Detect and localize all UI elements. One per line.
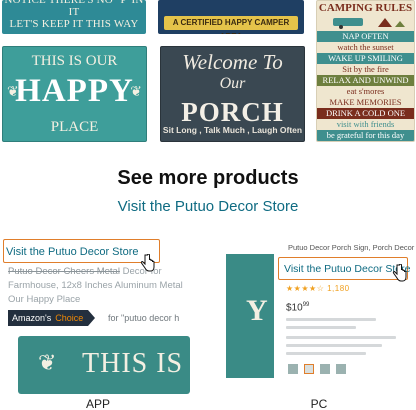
app-screenshot-panel: Visit the Putuo Decor Store Putuo Decor … xyxy=(0,236,196,394)
camping-rule: NAP OFTEN xyxy=(317,31,414,42)
camper-banner-text: A CERTIFIED HAPPY CAMPER AREA xyxy=(164,16,298,34)
right-ornament-icon: ❦ xyxy=(130,83,142,99)
style-swatch[interactable] xyxy=(304,364,314,374)
app-product-title: Putuo Decor Cheers Metal Decor for Farmh… xyxy=(8,265,194,307)
detail-line xyxy=(286,336,396,339)
app-product-title-start: Putuo Decor Cheers Metal xyxy=(8,266,120,277)
camping-rule: Sit by the fire xyxy=(317,64,414,75)
product-image-happy-place-sign[interactable]: THIS IS OUR ❦ HAPPY ❦ PLACE xyxy=(2,46,147,142)
pc-product-title: Putuo Decor Porch Sign, Porch Decor xyxy=(288,243,415,252)
app-product-image-text: THIS IS O xyxy=(82,348,190,379)
detail-line xyxy=(286,352,366,355)
happy-sign-line3: PLACE xyxy=(50,119,99,135)
pc-product-image[interactable]: Y xyxy=(226,254,274,378)
visit-store-link[interactable]: Visit the Putuo Decor Store xyxy=(0,198,416,215)
style-swatch[interactable] xyxy=(336,364,346,374)
notice-sign-line2: LET'S KEEP IT THIS WAY xyxy=(9,18,139,30)
product-image-camper-sign[interactable]: A CERTIFIED HAPPY CAMPER AREA xyxy=(158,0,304,34)
camping-rule: visit with friends xyxy=(317,119,414,130)
porch-sign-welcome: Welcome To Our xyxy=(161,51,304,95)
badge-amazons: Amazon's xyxy=(8,310,56,326)
detail-line xyxy=(286,318,376,321)
hand-cursor-icon xyxy=(140,254,155,272)
pc-screenshot-panel: Y Putuo Decor Porch Sign, Porch Decor Vi… xyxy=(222,236,416,394)
porch-sign-line1b: Our xyxy=(219,75,246,92)
notice-sign-text: NOTICE THERE'S NO "P"IN IT LET'S KEEP IT… xyxy=(2,0,146,30)
ornament-icon: ❦ xyxy=(38,350,57,375)
detail-line xyxy=(286,326,356,329)
rating-stars[interactable]: ★★★★☆ 1,180 xyxy=(286,284,350,293)
camping-rule: eat s'mores xyxy=(317,86,414,97)
price-dollars: $10 xyxy=(286,302,303,314)
hand-cursor-icon xyxy=(392,264,407,282)
app-caption: APP xyxy=(85,397,110,410)
pc-caption: PC xyxy=(310,397,328,410)
product-image-porch-sign[interactable]: Welcome To Our PORCH Sit Long , Talk Muc… xyxy=(160,46,305,142)
happy-sign-line2: HAPPY xyxy=(15,73,134,109)
choice-for-query: for "putuo decor h xyxy=(108,313,180,323)
camping-rule: MAKE MEMORIES xyxy=(317,97,414,108)
porch-sign-line1: Welcome To xyxy=(182,50,283,74)
camping-rule: WAKE UP SMILING xyxy=(317,53,414,64)
price-cents: 99 xyxy=(302,302,310,308)
price: $1099 xyxy=(286,302,309,313)
camping-rule: watch the sunset xyxy=(317,42,414,53)
camping-rules-title: CAMPING RULES xyxy=(318,2,413,14)
product-image-notice-sign[interactable]: NOTICE THERE'S NO "P"IN IT LET'S KEEP IT… xyxy=(2,0,146,34)
pc-product-image-text: Y xyxy=(246,294,268,327)
detail-line xyxy=(286,344,382,347)
product-image-strip: NOTICE THERE'S NO "P"IN IT LET'S KEEP IT… xyxy=(0,0,416,150)
camper-trailer-icon xyxy=(333,18,405,29)
badge-choice: Choice xyxy=(55,310,89,326)
app-product-image[interactable]: ❦ THIS IS O xyxy=(18,336,190,394)
app-visit-store-link[interactable]: Visit the Putuo Decor Store xyxy=(6,246,138,258)
see-more-heading: See more products xyxy=(117,167,299,189)
camping-rule: be grateful for this day xyxy=(317,130,414,141)
product-image-camping-rules-sign[interactable]: CAMPING RULES NAP OFTEN watch the sunset W… xyxy=(316,0,415,142)
badge-arrow xyxy=(88,310,96,326)
style-swatch[interactable] xyxy=(288,364,298,374)
amazons-choice-badge: Amazon's Choice xyxy=(8,310,96,326)
happy-sign-line1: THIS IS OUR xyxy=(31,53,118,69)
camping-rule: RELAX AND UNWIND xyxy=(317,75,414,86)
notice-sign-line1: NOTICE THERE'S NO "P"IN IT xyxy=(4,0,144,18)
porch-sign-line2: PORCH xyxy=(181,97,284,127)
camping-rule: DRINK A COLD ONE xyxy=(317,108,414,119)
porch-sign-line3: Sit Long , Talk Much , Laugh Often xyxy=(162,125,303,135)
style-swatch[interactable] xyxy=(320,364,330,374)
